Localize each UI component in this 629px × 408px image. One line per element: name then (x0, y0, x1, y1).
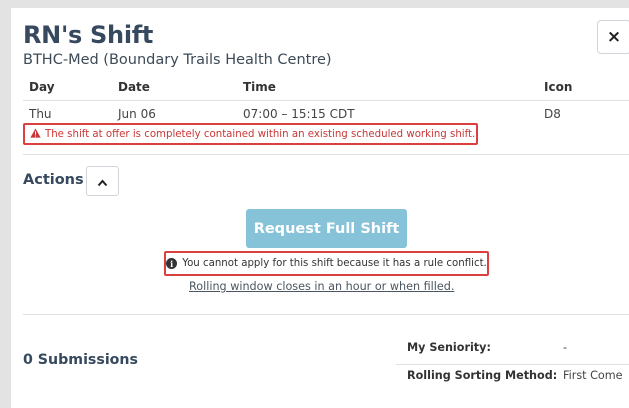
modal-title: RN's Shift (23, 21, 154, 49)
cell-time: 07:00 – 15:15 CDT (243, 107, 355, 121)
shift-modal: RN's Shift BTHC-Med (Boundary Trails Hea… (11, 8, 629, 408)
request-full-shift-button[interactable]: Request Full Shift (246, 209, 407, 248)
section-divider (23, 154, 629, 155)
column-header-time: Time (243, 80, 276, 94)
conflict-warning-text: The shift at offer is completely contain… (45, 128, 476, 140)
cell-icon-code: D8 (544, 107, 561, 121)
column-header-icon: Icon (544, 80, 573, 94)
sorting-method-label: Rolling Sorting Method: (407, 369, 558, 382)
close-icon: × (606, 27, 622, 47)
rule-conflict-text: You cannot apply for this shift because … (182, 258, 487, 269)
info-circle-icon: i (166, 258, 178, 269)
actions-heading: Actions (23, 172, 84, 188)
submissions-count: 0 Submissions (23, 352, 138, 368)
seniority-label: My Seniority: (407, 341, 491, 354)
conflict-warning: The shift at offer is completely contain… (23, 123, 478, 145)
details-divider (396, 364, 629, 365)
modal-subtitle: BTHC-Med (Boundary Trails Health Centre) (23, 52, 332, 68)
warning-triangle-icon (30, 128, 41, 141)
close-button[interactable]: × (597, 20, 629, 54)
seniority-value: - (563, 341, 568, 354)
cell-day: Thu (29, 107, 52, 121)
column-header-date: Date (118, 80, 150, 94)
rule-conflict-notice: i You cannot apply for this shift becaus… (164, 251, 489, 276)
cell-date: Jun 06 (118, 107, 156, 121)
sorting-method-value: First Come (563, 369, 623, 382)
rolling-window-link[interactable]: Rolling window closes in an hour or when… (189, 280, 454, 293)
actions-collapse-button[interactable] (86, 166, 119, 196)
table-header-divider (23, 100, 629, 101)
chevron-up-icon (97, 172, 108, 191)
section-divider (23, 314, 629, 315)
column-header-day: Day (29, 80, 55, 94)
